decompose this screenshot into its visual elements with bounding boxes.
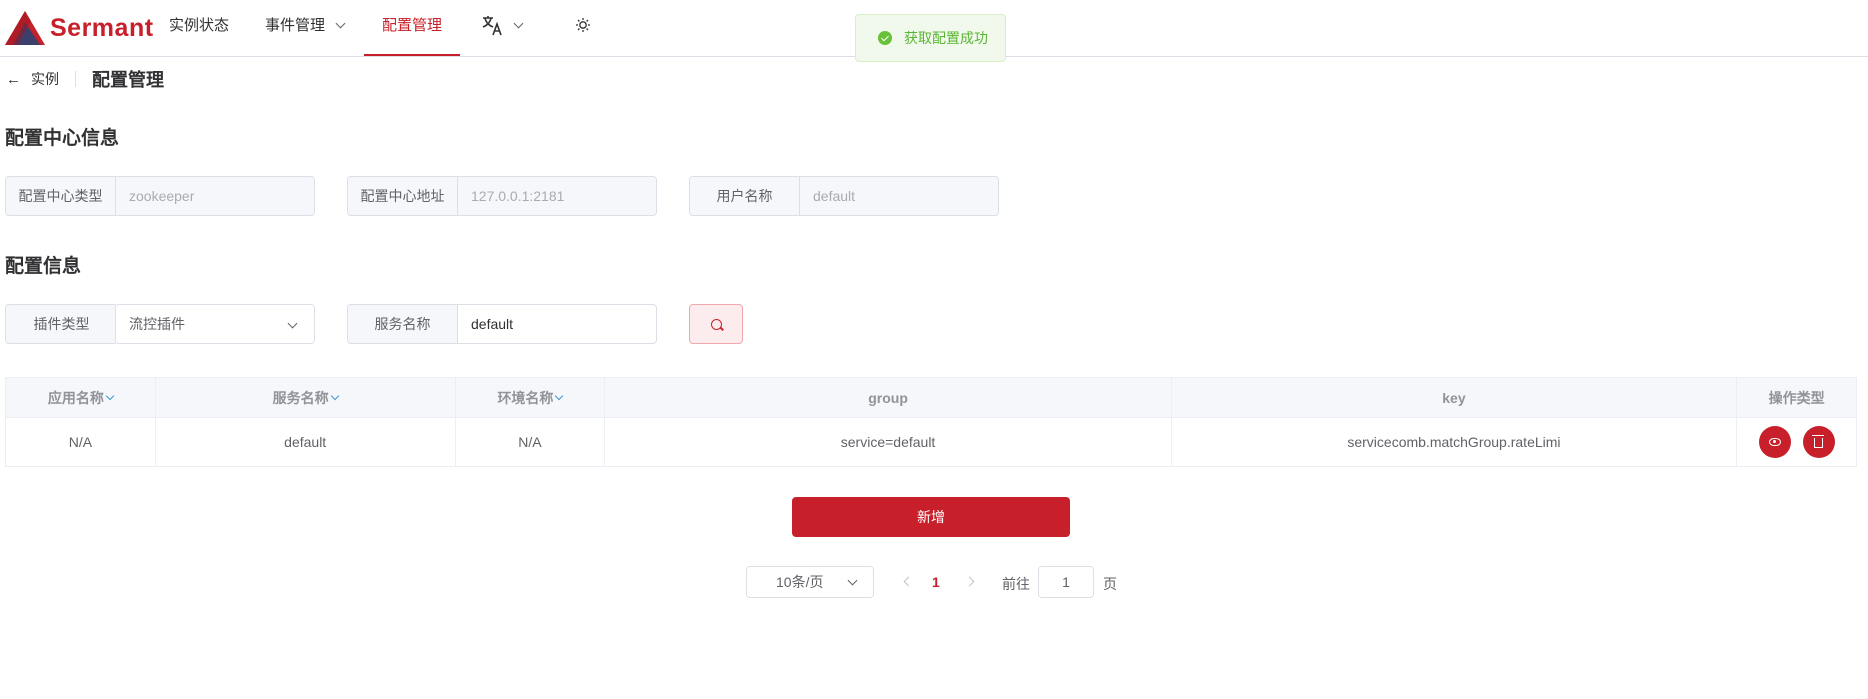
- cell-actions: [1737, 418, 1856, 466]
- cell-key: servicecomb.matchGroup.rateLimi: [1172, 418, 1738, 466]
- field-value: 127.0.0.1:2181: [458, 177, 656, 215]
- column-header-key: key: [1172, 378, 1738, 417]
- header-label: 应用名称: [47, 389, 104, 406]
- sort-icon[interactable]: [555, 391, 564, 400]
- goto-page-input[interactable]: 1: [1038, 566, 1094, 598]
- config-center-type-field: 配置中心类型 zookeeper: [5, 176, 315, 216]
- page-size-value: 10条/页: [776, 574, 824, 590]
- nav-label: 配置管理: [381, 17, 442, 34]
- chevron-down-icon: [335, 18, 346, 29]
- page-number[interactable]: 1: [932, 574, 940, 590]
- add-button[interactable]: 新增: [792, 497, 1070, 537]
- next-page-icon[interactable]: [964, 576, 975, 587]
- chevron-down-icon: [513, 18, 524, 29]
- cell-group: service=default: [605, 418, 1172, 466]
- column-header-app[interactable]: 应用名称: [6, 378, 156, 417]
- goto-label: 前往: [1002, 576, 1030, 592]
- search-icon: [710, 318, 722, 330]
- breadcrumb: ← 实例 配置管理: [6, 68, 164, 90]
- chevron-down-icon: [287, 318, 298, 329]
- cell-service: default: [156, 418, 456, 466]
- nav-label: 事件管理: [265, 17, 326, 34]
- plugin-type-label-box: 插件类型: [5, 304, 116, 344]
- success-toast: 获取配置成功: [855, 14, 1006, 62]
- trash-icon: [1812, 435, 1825, 448]
- field-label: 配置中心类型: [6, 177, 116, 215]
- header-label: 环境名称: [497, 389, 554, 406]
- field-value: zookeeper: [116, 177, 314, 215]
- field-label: 配置中心地址: [348, 177, 458, 215]
- theme-toggle[interactable]: [575, 0, 591, 56]
- nav-label: 实例状态: [169, 17, 230, 34]
- logo[interactable]: Sermant: [4, 10, 154, 46]
- chevron-down-icon: [847, 575, 858, 586]
- field-value: default: [800, 177, 998, 215]
- field-label: 服务名称: [348, 305, 458, 343]
- config-table: 应用名称 服务名称 环境名称 group key 操作类型 N/A defaul…: [5, 377, 1857, 467]
- header-label: key: [1442, 389, 1466, 406]
- cell-app: N/A: [6, 418, 156, 466]
- language-switch[interactable]: [481, 0, 524, 56]
- check-circle-icon: [878, 31, 892, 45]
- section-title-config-info: 配置信息: [5, 256, 82, 277]
- table-header: 应用名称 服务名称 环境名称 group key 操作类型: [6, 378, 1856, 418]
- service-name-input[interactable]: default: [458, 305, 656, 343]
- header-label: group: [868, 389, 908, 406]
- sort-icon[interactable]: [330, 391, 339, 400]
- delete-button[interactable]: [1802, 426, 1835, 458]
- sun-icon: [576, 18, 590, 32]
- nav-instance-status[interactable]: 实例状态: [169, 0, 229, 56]
- nav-event-management[interactable]: 事件管理: [265, 0, 346, 56]
- logo-text: Sermant: [50, 13, 154, 42]
- cell-env: N/A: [456, 418, 606, 466]
- table-row: N/A default N/A service=default servicec…: [6, 418, 1856, 466]
- sermant-logo-icon: [5, 11, 45, 45]
- field-label: 插件类型: [6, 305, 116, 343]
- config-center-address-field: 配置中心地址 127.0.0.1:2181: [347, 176, 657, 216]
- service-name-field[interactable]: 服务名称 default: [347, 304, 657, 344]
- toast-message: 获取配置成功: [904, 30, 988, 46]
- section-title-config-center: 配置中心信息: [5, 128, 120, 149]
- column-header-actions: 操作类型: [1737, 378, 1856, 417]
- field-label: 用户名称: [690, 177, 800, 215]
- search-button[interactable]: [689, 304, 743, 344]
- header-label: 操作类型: [1768, 389, 1825, 406]
- select-value: 流控插件: [129, 316, 185, 332]
- page-size-select[interactable]: 10条/页: [746, 566, 874, 598]
- translate-icon: [482, 16, 502, 36]
- column-header-group: group: [605, 378, 1172, 417]
- column-header-env[interactable]: 环境名称: [456, 378, 606, 417]
- view-button[interactable]: [1758, 426, 1791, 458]
- nav-config-management[interactable]: 配置管理: [364, 0, 460, 56]
- header-label: 服务名称: [272, 389, 329, 406]
- page-unit-label: 页: [1103, 576, 1117, 592]
- column-header-service[interactable]: 服务名称: [156, 378, 456, 417]
- back-link[interactable]: 实例: [31, 69, 59, 89]
- username-field: 用户名称 default: [689, 176, 999, 216]
- prev-page-icon[interactable]: [903, 576, 914, 587]
- sort-icon[interactable]: [105, 391, 115, 400]
- page-title: 配置管理: [92, 70, 164, 90]
- divider: [75, 71, 76, 87]
- arrow-left-icon[interactable]: ←: [6, 71, 21, 88]
- eye-icon: [1768, 438, 1781, 446]
- plugin-type-select[interactable]: 流控插件: [115, 304, 315, 344]
